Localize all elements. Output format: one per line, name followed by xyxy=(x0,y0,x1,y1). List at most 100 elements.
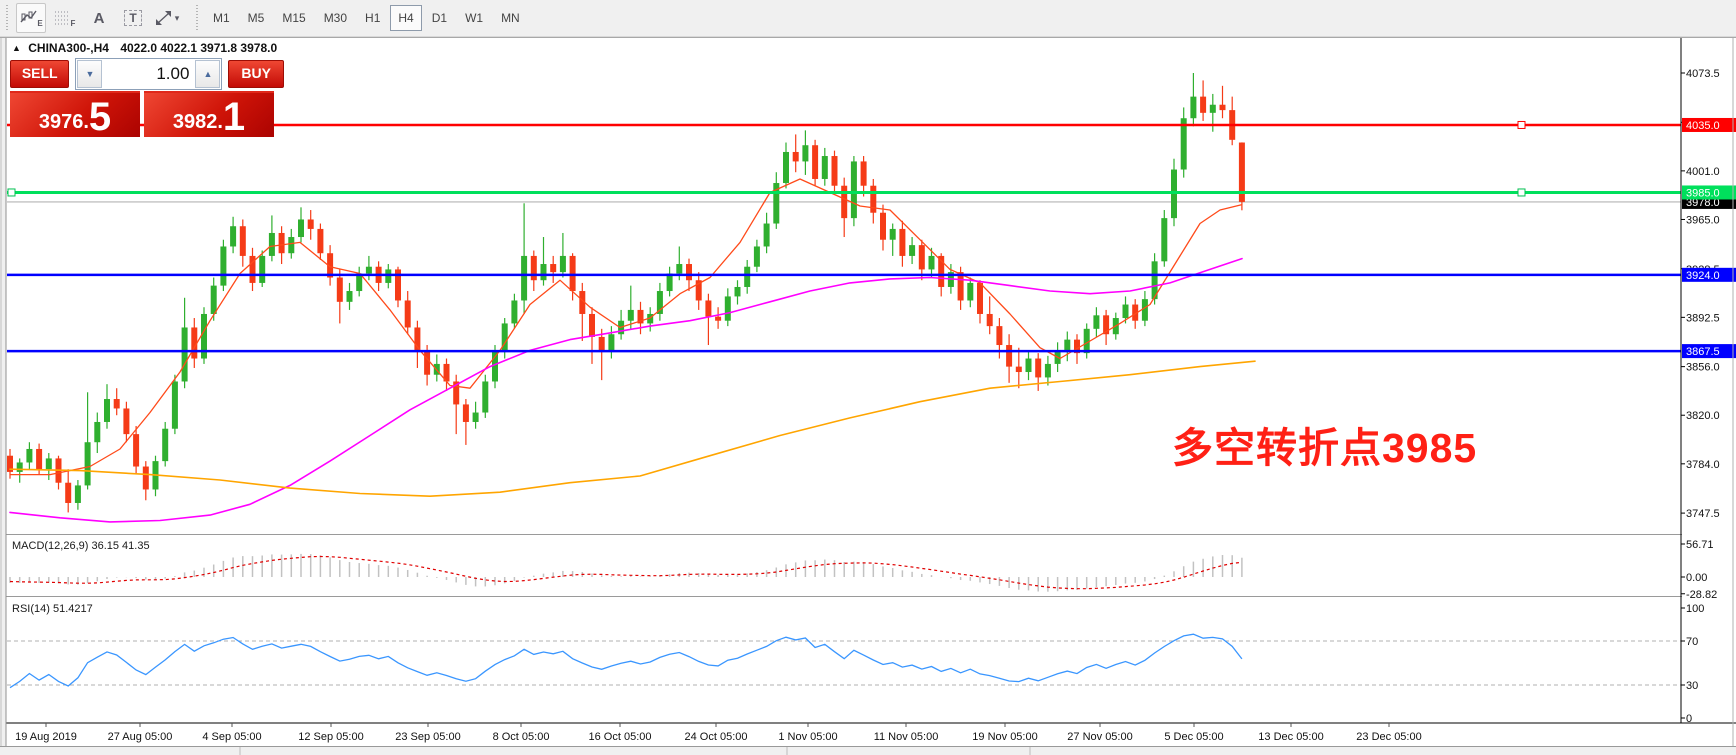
price-badge-label: 3985.0 xyxy=(1686,187,1720,199)
candle-body xyxy=(94,421,101,443)
candle-body xyxy=(220,246,227,286)
candle-body xyxy=(113,399,120,409)
tab-timeframe-h1[interactable]: H1 xyxy=(357,5,388,31)
candle-body xyxy=(860,161,867,186)
time-axis-label: 19 Nov 05:00 xyxy=(972,731,1037,743)
candle-body xyxy=(181,327,188,382)
candle-body xyxy=(365,266,372,274)
chart-area[interactable]: 4073.54037.04001.03965.03928.53892.53856… xyxy=(0,37,1736,755)
sell-price-box[interactable]: 3976. 5 xyxy=(10,91,140,139)
pane-separator[interactable] xyxy=(0,534,1736,535)
candle-body xyxy=(123,408,130,435)
candle-body xyxy=(550,264,557,273)
candle-body xyxy=(909,245,916,256)
pane-separator-light xyxy=(0,535,1736,536)
rsi-axis-label: 70 xyxy=(1686,636,1698,648)
candle-body xyxy=(1141,299,1148,321)
line-handle[interactable] xyxy=(1517,188,1526,197)
time-axis-label: 1 Nov 05:00 xyxy=(778,731,837,743)
tab-timeframe-mn[interactable]: MN xyxy=(493,5,528,31)
tab-timeframe-m15[interactable]: M15 xyxy=(274,5,313,31)
candle-body xyxy=(889,228,896,240)
candle-body xyxy=(210,285,217,314)
text-box-icon[interactable]: T xyxy=(118,3,148,33)
time-axis-label: 27 Aug 05:00 xyxy=(108,731,173,743)
candle-body xyxy=(530,255,537,281)
toolbar-grip-2[interactable] xyxy=(194,5,201,31)
candle-body xyxy=(967,282,974,301)
pane-separator[interactable] xyxy=(0,596,1736,597)
candle-body xyxy=(986,313,993,327)
candle-body xyxy=(1035,358,1042,378)
candle-body xyxy=(36,448,43,470)
candle-body xyxy=(1093,315,1100,329)
candle-body xyxy=(918,245,925,270)
candle-body xyxy=(783,151,789,184)
volume-decrease-button[interactable]: ▼ xyxy=(77,60,103,88)
candle-body xyxy=(462,404,469,422)
chart-text-annotation[interactable]: 多空转折点3985 xyxy=(1172,414,1477,474)
candle-body xyxy=(1219,104,1226,111)
candle-body xyxy=(162,428,169,462)
buy-price-box[interactable]: 3982. 1 xyxy=(144,91,274,139)
candle-body xyxy=(686,264,692,281)
chart-window-icon[interactable]: E xyxy=(16,3,46,33)
candle-body xyxy=(104,399,110,422)
candle-body xyxy=(627,309,634,321)
candle-body xyxy=(74,485,81,503)
candle-body xyxy=(666,273,673,292)
volume-increase-button[interactable]: ▲ xyxy=(195,60,221,88)
candle-body xyxy=(424,350,431,375)
buy-button[interactable]: BUY xyxy=(228,60,284,88)
candle-body xyxy=(977,282,983,314)
candle-body xyxy=(511,300,518,324)
time-axis-label: 8 Oct 05:00 xyxy=(493,731,550,743)
candle-body xyxy=(346,291,353,302)
candle-body xyxy=(753,246,760,267)
candle-body xyxy=(385,269,392,283)
tab-timeframe-d1[interactable]: D1 xyxy=(424,5,455,31)
text-label-icon[interactable]: A xyxy=(84,3,114,33)
candle-body xyxy=(569,255,576,292)
candle-body xyxy=(559,255,566,273)
candle-body xyxy=(1006,345,1013,367)
line-handle[interactable] xyxy=(7,188,16,197)
toolbar-grip[interactable] xyxy=(4,5,11,31)
tab-timeframe-h4[interactable]: H4 xyxy=(390,5,422,31)
tab-timeframe-m30[interactable]: M30 xyxy=(316,5,355,31)
candle-body xyxy=(84,442,91,486)
price-tick-label: 4073.5 xyxy=(1686,68,1720,80)
candle-body xyxy=(899,228,906,256)
line-handle[interactable] xyxy=(1517,120,1526,129)
candle-body xyxy=(676,264,683,274)
candle-body xyxy=(404,300,411,328)
pane-separator-light xyxy=(0,597,1736,598)
candle-body xyxy=(850,161,857,219)
candle-body xyxy=(472,412,479,422)
time-axis-label: 27 Nov 05:00 xyxy=(1067,731,1132,743)
candle-body xyxy=(133,434,140,467)
arrows-tool-icon[interactable]: ▾ xyxy=(152,3,182,33)
price-tick-label: 3892.5 xyxy=(1686,312,1720,324)
time-axis-label: 19 Aug 2019 xyxy=(15,731,77,743)
collapse-triangle-icon[interactable]: ▲ xyxy=(12,43,21,53)
candle-body xyxy=(239,226,246,256)
time-axis-label: 12 Sep 05:00 xyxy=(298,731,363,743)
arrows-glyph xyxy=(155,11,171,25)
dropdown-caret-icon[interactable]: ▾ xyxy=(175,13,180,24)
sell-button[interactable]: SELL xyxy=(10,60,70,88)
volume-box: ▼ ▲ xyxy=(75,58,223,90)
candle-body xyxy=(1044,363,1051,378)
price-axis-background xyxy=(1682,37,1736,723)
macd-label: MACD(12,26,9) 36.15 41.35 xyxy=(12,540,150,552)
candle-body xyxy=(336,277,343,302)
volume-input[interactable] xyxy=(103,59,195,89)
chart-canvas[interactable]: 4073.54037.04001.03965.03928.53892.53856… xyxy=(0,37,1736,755)
price-tick-label: 3856.0 xyxy=(1686,362,1720,374)
tab-timeframe-m1[interactable]: M1 xyxy=(205,5,238,31)
tab-timeframe-w1[interactable]: W1 xyxy=(457,5,491,31)
grid-icon[interactable]: F xyxy=(50,3,80,33)
candle-body xyxy=(26,448,33,463)
tab-timeframe-m5[interactable]: M5 xyxy=(240,5,273,31)
price-tick-label: 3820.0 xyxy=(1686,410,1720,422)
